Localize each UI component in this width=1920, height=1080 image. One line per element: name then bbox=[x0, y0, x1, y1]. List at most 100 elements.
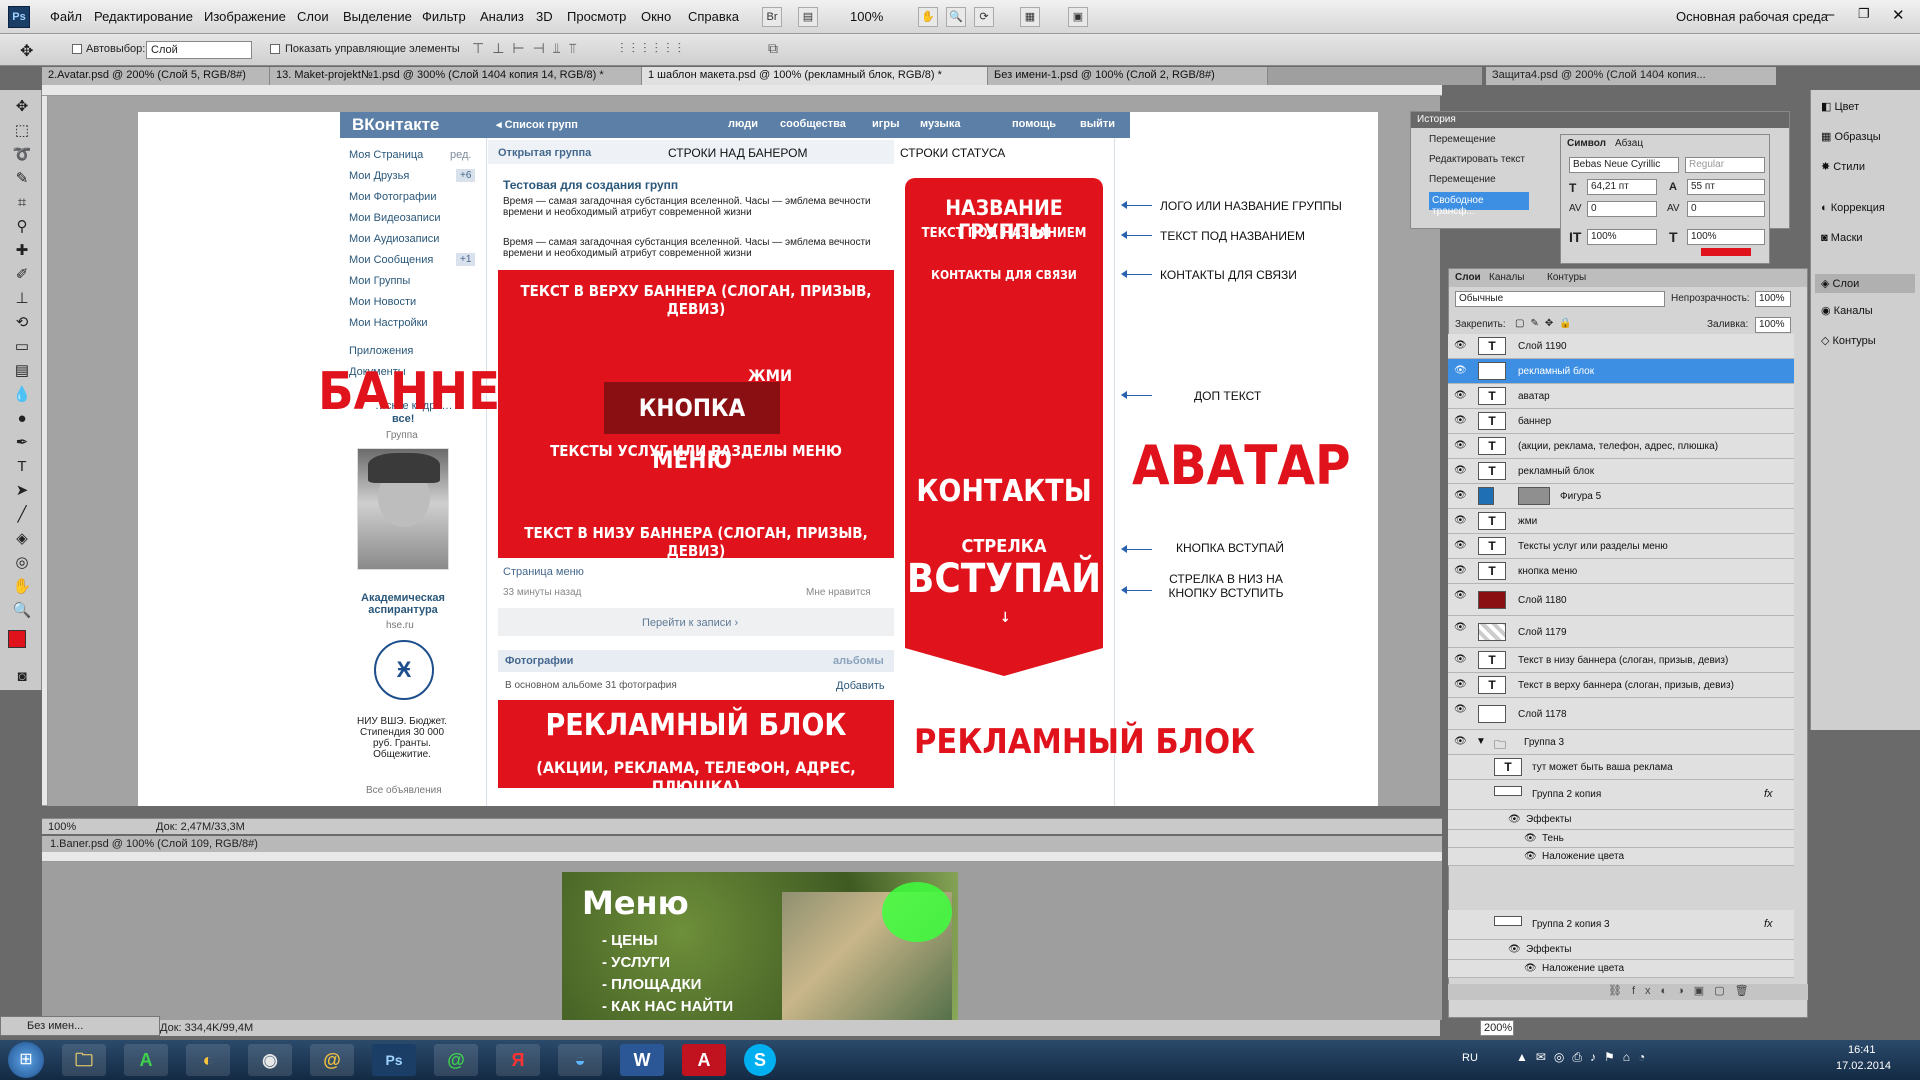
dock-styles[interactable]: ✸ Стили bbox=[1821, 160, 1865, 173]
vk-edit-link[interactable]: ред. bbox=[450, 149, 471, 161]
layer-row[interactable]: 👁 Слой 1178 bbox=[1448, 698, 1794, 730]
doc2-zoom[interactable]: 200% bbox=[1480, 1020, 1514, 1036]
layer-row[interactable]: 👁 T Тексты услуг или разделы меню bbox=[1448, 534, 1794, 559]
dock-color[interactable]: ◧ Цвет bbox=[1821, 100, 1859, 113]
menu-view[interactable]: Просмотр bbox=[567, 9, 626, 24]
vscale-input[interactable]: 100% bbox=[1587, 229, 1657, 245]
lock-icons[interactable]: ▢✎✥🔒 bbox=[1515, 318, 1578, 329]
font-style-select[interactable]: Regular bbox=[1685, 157, 1765, 173]
layer-row[interactable]: 👁 T Текст в верху баннера (слоган, призыв,… bbox=[1448, 673, 1794, 698]
tab-untitled[interactable]: Без имени-1.psd @ 100% (Слой 2, RGB/8#) bbox=[988, 67, 1268, 85]
like-button[interactable]: Мне нравится bbox=[806, 587, 871, 598]
autoselect-select[interactable]: Слой bbox=[146, 41, 252, 59]
history-title[interactable]: История bbox=[1411, 112, 1789, 128]
vk-menu-photos[interactable]: Мои Фотографии bbox=[349, 191, 436, 203]
tab-zashita[interactable]: Защита4.psd @ 200% (Слой 1404 копия... bbox=[1486, 67, 1776, 85]
eye-icon[interactable]: 👁 bbox=[1454, 490, 1467, 501]
tab-shablon[interactable]: 1 шаблон макета.psd @ 100% (рекламный бл… bbox=[642, 67, 988, 85]
eye-icon[interactable]: 👁 bbox=[1454, 565, 1467, 576]
layers-footer-icons[interactable]: ⛓fx◐◑▣▢🗑 bbox=[1448, 984, 1808, 1000]
tab-character[interactable]: Символ bbox=[1567, 138, 1606, 149]
quick-select-icon[interactable]: ✎ bbox=[10, 168, 34, 190]
layer-group-row[interactable]: 👁 ▼ 🗀 Группа 3 bbox=[1448, 730, 1794, 755]
eye-icon[interactable]: 👁 bbox=[1454, 440, 1467, 451]
vk-nav-people[interactable]: люди bbox=[728, 118, 758, 130]
menu-layers[interactable]: Слои bbox=[297, 9, 329, 24]
history-brush-icon[interactable]: ⟲ bbox=[10, 312, 34, 334]
menu-edit[interactable]: Редактирование bbox=[94, 9, 193, 24]
ad-title[interactable]: Академическая аспирантура bbox=[355, 592, 451, 616]
vk-nav-help[interactable]: помощь bbox=[1012, 118, 1056, 130]
history-item-selected[interactable]: Свободное трансф... bbox=[1429, 192, 1529, 217]
dock-masks[interactable]: ◙ Маски bbox=[1821, 232, 1863, 244]
eye-icon[interactable]: 👁 bbox=[1524, 833, 1537, 844]
type-tool-icon[interactable]: T bbox=[10, 456, 34, 478]
chrome-icon[interactable]: ◉ bbox=[248, 1044, 292, 1076]
vk-nav-logout[interactable]: выйти bbox=[1080, 118, 1115, 130]
pen-tool-icon[interactable]: ✒ bbox=[10, 432, 34, 454]
menu-file[interactable]: Файл bbox=[50, 9, 82, 24]
albums-link[interactable]: альбомы bbox=[833, 655, 884, 667]
vk-nav-music[interactable]: музыка bbox=[920, 118, 960, 130]
vk-menu-groups[interactable]: Мои Группы bbox=[349, 275, 410, 287]
explorer-icon[interactable]: 🗀 bbox=[62, 1044, 106, 1076]
zoom-value[interactable]: 100% bbox=[48, 821, 76, 833]
eyedropper-icon[interactable]: ⚲ bbox=[10, 216, 34, 238]
eye-icon[interactable]: 👁 bbox=[1454, 590, 1467, 601]
blur-tool-icon[interactable]: 💧 bbox=[10, 384, 34, 406]
eye-icon[interactable]: 👁 bbox=[1454, 340, 1467, 351]
menu-window[interactable]: Окно bbox=[641, 9, 671, 24]
vk-menu-videos[interactable]: Мои Видеозаписи bbox=[349, 212, 441, 224]
skype-icon[interactable]: S bbox=[744, 1044, 776, 1076]
dock-adjustments[interactable]: ◐ Коррекция bbox=[1821, 202, 1885, 214]
menu-select[interactable]: Выделение bbox=[343, 9, 412, 24]
eraser-tool-icon[interactable]: ▭ bbox=[10, 336, 34, 358]
maximize-icon[interactable]: ❐ bbox=[1858, 6, 1870, 22]
shape-tool-icon[interactable]: ╱ bbox=[10, 504, 34, 526]
start-button[interactable]: ⊞ bbox=[8, 1042, 44, 1078]
tab-paths[interactable]: Контуры bbox=[1547, 272, 1586, 283]
3d-rotate-icon[interactable]: ◈ bbox=[10, 528, 34, 550]
photoshop-icon[interactable]: Ps bbox=[372, 1044, 416, 1076]
page-menu-link[interactable]: Страница меню bbox=[503, 566, 584, 578]
history-item[interactable]: Редактировать текст bbox=[1429, 154, 1525, 165]
acrobat-icon[interactable]: A bbox=[682, 1044, 726, 1076]
rotate-view-icon[interactable]: ⟳ bbox=[974, 7, 994, 27]
layer-row[interactable]: 👁 Tаватар bbox=[1448, 384, 1794, 409]
font-size-input[interactable]: 64,21 пт bbox=[1587, 179, 1657, 195]
layer-row[interactable]: 👁 Фигура 5 bbox=[1448, 484, 1794, 509]
fx-icon[interactable]: fx bbox=[1764, 788, 1773, 800]
mail-agent-icon[interactable]: @ bbox=[310, 1044, 354, 1076]
text-color-swatch[interactable] bbox=[1701, 248, 1751, 256]
menu-3d[interactable]: 3D bbox=[536, 9, 553, 24]
show-controls-checkbox[interactable] bbox=[270, 44, 280, 54]
doc2-tab[interactable]: 1.Baner.psd @ 100% (Слой 109, RGB/8#) bbox=[42, 836, 1442, 852]
menu-analysis[interactable]: Анализ bbox=[480, 9, 524, 24]
tab-layers[interactable]: Слои bbox=[1455, 272, 1481, 283]
yandex-icon[interactable]: Я bbox=[496, 1044, 540, 1076]
expand-arrow-icon[interactable]: ▼ bbox=[1476, 736, 1486, 747]
kerning-input[interactable]: 0 bbox=[1587, 201, 1657, 217]
zoom-tool-icon[interactable]: 🔍 bbox=[10, 600, 34, 622]
banner-menu-button[interactable]: КНОПКА МЕНЮ bbox=[604, 382, 780, 474]
screen-mode-icon[interactable]: ▣ bbox=[1068, 7, 1088, 27]
vk-menu-friends[interactable]: Мои Друзья bbox=[349, 170, 409, 182]
eye-icon[interactable]: 👁 bbox=[1454, 465, 1467, 476]
dock-paths[interactable]: ◇ Контуры bbox=[1821, 334, 1876, 347]
menu-help[interactable]: Справка bbox=[688, 9, 739, 24]
eye-icon[interactable]: 👁 bbox=[1454, 540, 1467, 551]
close-icon[interactable]: ✕ bbox=[1892, 6, 1905, 24]
dock-layers[interactable]: ◈ Слои bbox=[1815, 274, 1915, 293]
marquee-tool-icon[interactable]: ⬚ bbox=[10, 120, 34, 142]
vk-nav-games[interactable]: игры bbox=[872, 118, 899, 130]
history-item[interactable]: Перемещение bbox=[1429, 134, 1496, 145]
eye-icon[interactable]: 👁 bbox=[1508, 944, 1521, 955]
minimized-doc[interactable]: Без имен... bbox=[0, 1016, 160, 1036]
eye-icon[interactable]: 👁 bbox=[1454, 654, 1467, 665]
minimize-icon[interactable]: – bbox=[1826, 6, 1834, 23]
arrange-docs-icon[interactable]: ▦ bbox=[1020, 7, 1040, 27]
add-photo-link[interactable]: Добавить bbox=[836, 680, 885, 692]
crop-tool-icon[interactable]: ⌗ bbox=[10, 192, 34, 214]
eye-icon[interactable]: 👁 bbox=[1454, 515, 1467, 526]
zoom-select[interactable]: 100% bbox=[850, 9, 883, 24]
